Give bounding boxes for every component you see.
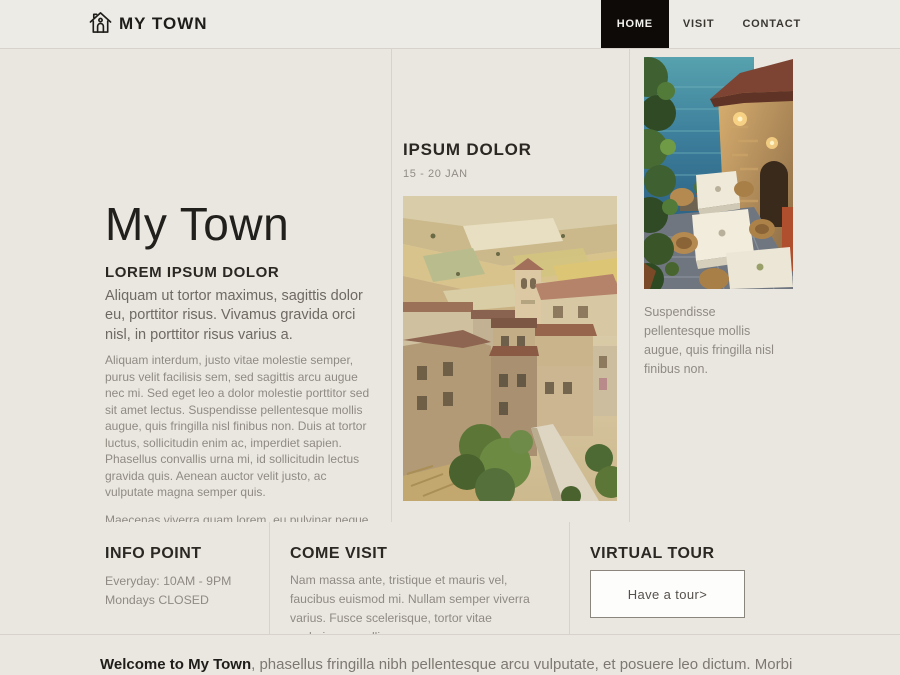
nav-item-home[interactable]: HOME: [601, 0, 669, 48]
seaside-terrace-cafe-photo: [644, 57, 793, 289]
logo-text: MY TOWN: [119, 14, 208, 34]
aside-column: Suspendisse pellentesque mollis augue, q…: [630, 49, 900, 522]
hero-body-paragraph: Aliquam interdum, justo vitae molestie s…: [105, 352, 377, 501]
come-visit-title: COME VISIT: [290, 545, 555, 563]
hero-footnote: Maecenas viverra quam lorem, eu pulvinar…: [105, 512, 377, 522]
info-strip: INFO POINT Everyday: 10AM - 9PM Mondays …: [0, 522, 900, 635]
nav-item-contact[interactable]: CONTACT: [728, 0, 815, 48]
come-visit-text: Nam massa ante, tristique et mauris vel,…: [290, 571, 555, 634]
hilltop-town-aerial-photo: [403, 196, 617, 501]
info-point-section: INFO POINT Everyday: 10AM - 9PM Mondays …: [0, 522, 270, 634]
footer-welcome-bold: Welcome to My Town: [100, 656, 251, 673]
come-visit-section: COME VISIT Nam massa ante, tristique et …: [270, 522, 570, 634]
hero-lead-paragraph: Aliquam ut tortor maximus, sagittis dolo…: [105, 287, 377, 346]
header: MY TOWN HOME VISIT CONTACT: [0, 0, 900, 49]
logo[interactable]: MY TOWN: [88, 0, 208, 48]
info-point-hours: Everyday: 10AM - 9PM: [105, 572, 269, 591]
page-title: My Town: [105, 199, 377, 251]
event-title: IPSUM DOLOR: [403, 140, 629, 160]
aside-caption: Suspendisse pellentesque mollis augue, q…: [644, 303, 784, 379]
event-column: IPSUM DOLOR 15 - 20 JAN: [392, 49, 630, 522]
info-point-closed: Mondays CLOSED: [105, 591, 269, 610]
main-nav: HOME VISIT CONTACT: [601, 0, 815, 48]
info-point-title: INFO POINT: [105, 545, 269, 563]
virtual-tour-title: VIRTUAL TOUR: [590, 545, 900, 563]
main-content: My Town LOREM IPSUM DOLOR Aliquam ut tor…: [0, 49, 900, 522]
virtual-tour-section: VIRTUAL TOUR Have a tour>: [570, 522, 900, 634]
home-icon: [88, 9, 113, 40]
hero-column: My Town LOREM IPSUM DOLOR Aliquam ut tor…: [0, 49, 392, 522]
page: MY TOWN HOME VISIT CONTACT My Town LOREM…: [0, 0, 900, 675]
event-dates: 15 - 20 JAN: [403, 168, 629, 180]
nav-item-visit[interactable]: VISIT: [669, 0, 729, 48]
footer: Welcome to My Town, phasellus fringilla …: [0, 635, 900, 675]
hero-subtitle: LOREM IPSUM DOLOR: [105, 264, 377, 281]
have-a-tour-button[interactable]: Have a tour>: [590, 570, 745, 618]
